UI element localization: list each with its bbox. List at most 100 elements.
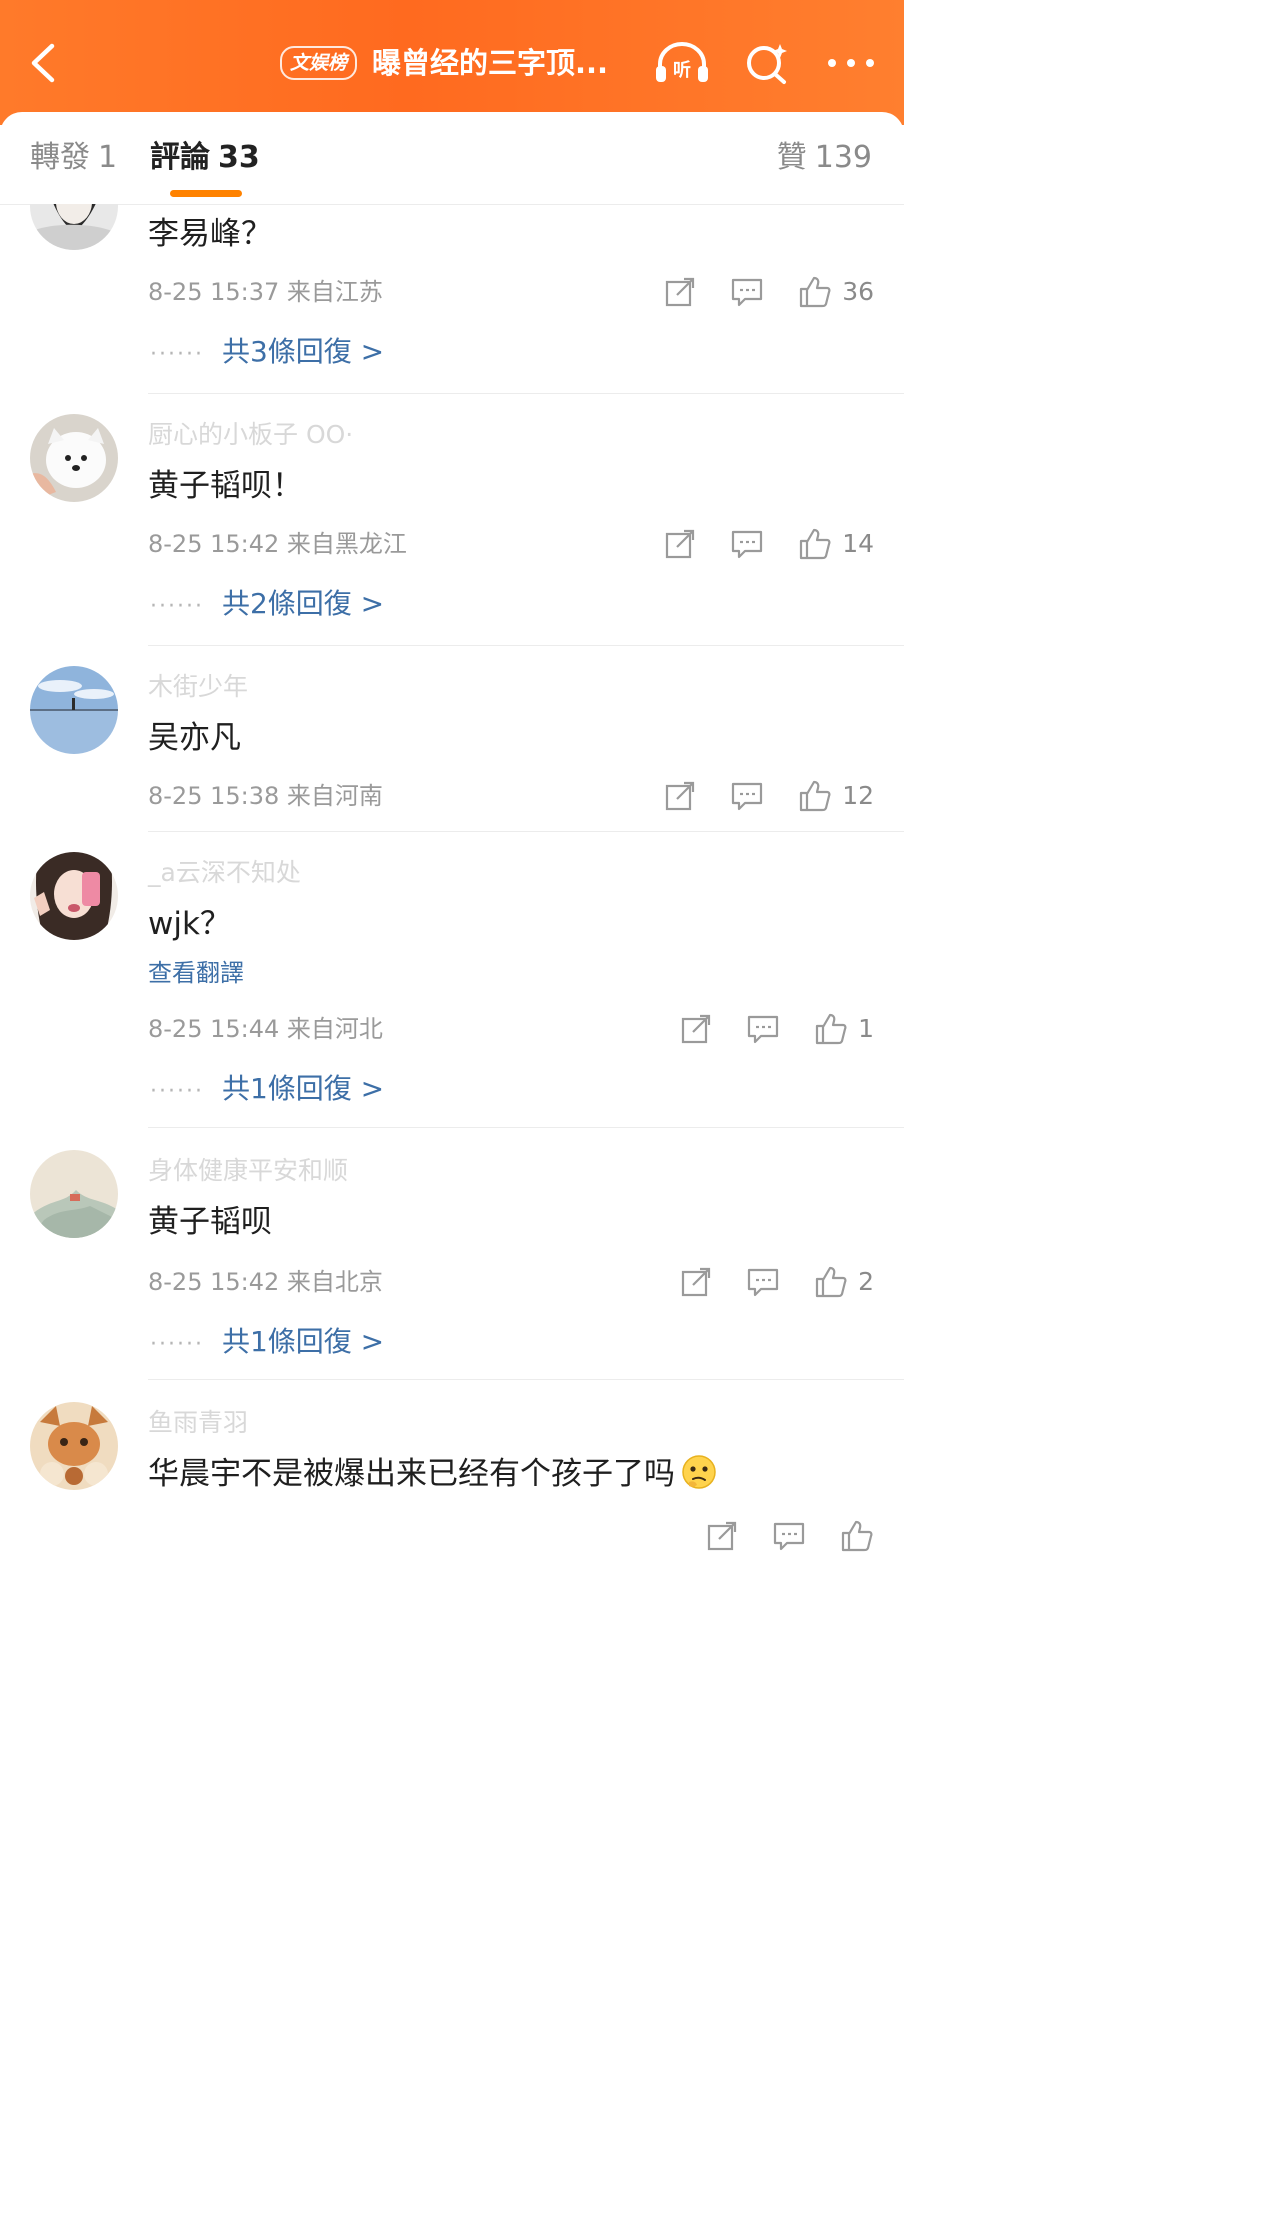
comment-location: 来自河南 (286, 782, 383, 810)
like-count: 36 (842, 277, 874, 306)
like-button[interactable]: 2 (814, 1265, 874, 1299)
comment-time: 8-25 15:44 (148, 1015, 280, 1043)
view-replies-link[interactable]: ······ 共1條回復 > (150, 1069, 384, 1112)
tab-likes[interactable]: 贊 139 (777, 138, 872, 178)
comment-text: 黄子韬呗 (148, 1204, 272, 1240)
active-tab-indicator (170, 190, 242, 197)
share-icon (681, 1014, 711, 1044)
thumbs-up-icon (800, 528, 831, 560)
reply-button[interactable] (730, 529, 764, 559)
comment-item: 李易峰？ 8-25 15:37 来自江苏 36 ······ 共3條回復 > (0, 204, 904, 394)
avatar[interactable] (30, 1150, 118, 1238)
comment-item: 木街少年 吴亦凡 8-25 15:38 来自河南 12 (0, 646, 904, 832)
share-button[interactable] (664, 780, 696, 812)
comment-icon (747, 1015, 779, 1044)
avatar[interactable] (30, 1402, 118, 1490)
view-replies-link[interactable]: ······ 共3條回復 > (150, 332, 384, 375)
thinking-face-emoji (682, 1455, 716, 1489)
share-icon (666, 529, 695, 559)
reply-button[interactable] (772, 1521, 806, 1551)
back-chevron-icon[interactable] (24, 40, 64, 86)
like-button[interactable]: 1 (814, 1012, 874, 1046)
like-button[interactable]: 36 (798, 275, 874, 309)
more-dots-icon[interactable] (826, 54, 876, 72)
comment-text: 黄子韬呗！ (148, 468, 303, 504)
tab-bar: 轉發 1 評論 33 贊 139 (0, 112, 904, 205)
view-translation-link[interactable]: 查看翻譯 (148, 957, 244, 989)
comment-username[interactable]: 厨心的小板子 OO· (148, 418, 353, 452)
share-icon (707, 1521, 737, 1551)
thumbs-up-icon (800, 780, 831, 812)
comment-meta: 8-25 15:42 来自黑龙江 (148, 527, 407, 561)
tab-comments[interactable]: 評論 33 (150, 138, 260, 178)
like-button[interactable]: 12 (798, 779, 874, 813)
comment-location: 来自黑龙江 (286, 530, 407, 558)
reply-button[interactable] (746, 1267, 780, 1297)
comment-text-body: 华晨宇不是被爆出来已经有个孩子了吗 (148, 1456, 675, 1492)
thumbs-up-icon (800, 276, 831, 308)
comment-location: 来自江苏 (286, 278, 383, 306)
comment-item: _a云深不知处 wjk？ 查看翻譯 8-25 15:44 来自河北 1 ····… (0, 832, 904, 1128)
entertainment-rank-tag[interactable]: 文娱榜 (280, 46, 358, 80)
comment-actions: 1 (646, 1009, 874, 1049)
comment-item: 鱼雨青羽 华晨宇不是被爆出来已经有个孩子了吗 (0, 1380, 904, 1568)
comment-actions: 12 (630, 776, 874, 816)
search-icon[interactable] (742, 40, 792, 86)
share-icon (666, 277, 695, 307)
avatar[interactable] (30, 414, 118, 502)
like-count: 14 (842, 529, 874, 558)
reply-button[interactable] (730, 781, 764, 811)
tab-comments-label: 評論 (150, 140, 210, 175)
comment-username[interactable]: _a云深不知处 (148, 856, 301, 890)
tab-comments-count: 33 (218, 140, 260, 175)
comment-username[interactable]: 木街少年 (148, 670, 248, 704)
like-count: 1 (858, 1014, 874, 1043)
reply-button[interactable] (746, 1014, 780, 1044)
avatar[interactable] (30, 204, 118, 250)
comment-actions: 2 (646, 1262, 874, 1302)
share-button[interactable] (706, 1520, 738, 1552)
share-button[interactable] (680, 1266, 712, 1298)
view-replies-link[interactable]: ······ 共1條回復 > (150, 1322, 384, 1365)
listen-label: 听 (673, 59, 691, 81)
like-button[interactable]: 14 (798, 527, 874, 561)
like-button[interactable] (840, 1519, 874, 1553)
comment-icon (732, 278, 763, 307)
headphones-icon[interactable]: 听 (652, 40, 712, 86)
comment-actions: 14 (630, 524, 874, 564)
reply-button[interactable] (730, 277, 764, 307)
tab-reposts[interactable]: 轉發 1 (30, 138, 117, 178)
share-button[interactable] (664, 276, 696, 308)
comment-actions (672, 1516, 874, 1556)
comment-meta: 8-25 15:38 来自河南 (148, 779, 383, 813)
comment-time: 8-25 15:42 (148, 1268, 280, 1296)
share-icon (666, 781, 695, 811)
avatar[interactable] (30, 852, 118, 940)
view-replies-link[interactable]: ······ 共2條回復 > (150, 584, 384, 627)
comment-icon (732, 782, 763, 811)
comment-username[interactable]: 鱼雨青羽 (148, 1406, 248, 1440)
comment-location: 来自河北 (286, 1015, 383, 1043)
comment-icon (747, 1268, 779, 1297)
comment-time: 8-25 15:38 (148, 782, 280, 810)
top-bar: 文娱榜 曝曾经的三字顶... 听 (0, 0, 904, 125)
comment-actions: 36 (630, 272, 874, 312)
comment-meta: 8-25 15:42 来自北京 (148, 1265, 383, 1299)
share-button[interactable] (680, 1013, 712, 1045)
tab-likes-count: 139 (814, 140, 872, 175)
comment-text: 李易峰？ (148, 216, 272, 252)
comment-list[interactable]: 李易峰？ 8-25 15:37 来自江苏 36 ······ 共3條回復 > 厨… (0, 204, 904, 1568)
comment-item: 厨心的小板子 OO· 黄子韬呗！ 8-25 15:42 来自黑龙江 14 ···… (0, 394, 904, 646)
share-button[interactable] (664, 528, 696, 560)
comment-text: wjk？ (148, 906, 231, 942)
page-title: 曝曾经的三字顶... (372, 46, 609, 80)
comment-location: 来自北京 (286, 1268, 383, 1296)
comment-username[interactable]: 身体健康平安和顺 (148, 1154, 348, 1188)
avatar[interactable] (30, 666, 118, 754)
comment-text: 华晨宇不是被爆出来已经有个孩子了吗 (148, 1452, 717, 1496)
thumbs-up-icon (841, 1520, 873, 1552)
comment-time: 8-25 15:37 (148, 278, 280, 306)
comment-icon (773, 1522, 805, 1551)
comment-meta: 8-25 15:37 来自江苏 (148, 275, 383, 309)
tab-reposts-count: 1 (98, 140, 118, 175)
